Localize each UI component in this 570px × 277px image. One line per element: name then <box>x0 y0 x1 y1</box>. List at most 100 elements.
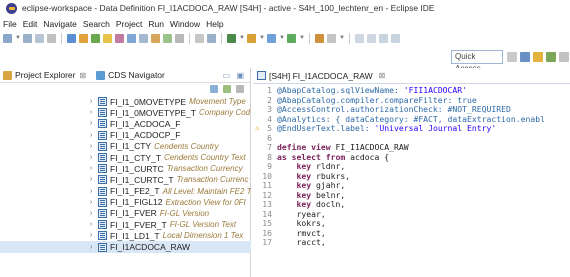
abap-icon[interactable] <box>67 33 76 43</box>
dropdown-arrow-icon[interactable]: ▼ <box>15 34 21 43</box>
quick-access-bar: Quick Access <box>0 48 570 73</box>
minimize-maximize-icon[interactable]: ▭ ▣ <box>223 71 246 80</box>
expand-arrow-icon[interactable]: › <box>90 176 98 183</box>
dropdown-arrow-icon[interactable]: ▼ <box>339 34 345 43</box>
run-icon[interactable] <box>127 33 136 43</box>
tree-item[interactable]: › FI_I1_LD1_T Local Dimension 1 Tex <box>0 230 251 241</box>
abap-perspective-icon[interactable] <box>520 52 530 62</box>
dropdown-arrow-icon[interactable]: ▼ <box>279 34 285 43</box>
view-menu-icon[interactable] <box>236 85 244 93</box>
data-definition-icon <box>257 71 266 80</box>
expand-arrow-icon[interactable]: › <box>90 98 98 105</box>
toggle-icon[interactable] <box>195 33 204 43</box>
new-icon[interactable] <box>3 33 12 43</box>
layout-icon[interactable] <box>207 33 216 43</box>
external-tools-icon[interactable] <box>247 33 256 43</box>
menu-run[interactable]: Run <box>148 19 164 29</box>
tab-project-explorer[interactable]: Project Explorer ⊠ <box>3 70 86 80</box>
debug-perspective-icon[interactable] <box>533 52 543 62</box>
tree-item[interactable]: › FI_I1_FE2_T All Level: Maintain FE2 T <box>0 186 251 197</box>
tree-item[interactable]: › FI_I1_ACDOCA_F <box>0 118 251 129</box>
expand-arrow-icon[interactable]: › <box>90 221 98 228</box>
coverage-icon[interactable] <box>139 33 148 43</box>
expand-arrow-icon[interactable]: › <box>90 199 98 206</box>
dropdown-arrow-icon[interactable]: ▼ <box>259 34 265 43</box>
menu-project[interactable]: Project <box>116 19 142 29</box>
run-menu-icon[interactable] <box>227 33 236 43</box>
back-icon[interactable] <box>379 33 388 43</box>
expand-arrow-icon[interactable]: › <box>90 154 98 161</box>
new-wizard-icon[interactable] <box>267 33 276 43</box>
expand-arrow-icon[interactable]: › <box>90 188 98 195</box>
print-icon[interactable] <box>47 33 56 43</box>
open-perspective-icon[interactable] <box>507 52 517 62</box>
tree-item[interactable]: › FI_I1_0MOVETYPE_T Company Cod <box>0 107 251 118</box>
tree-item-name: FI_I1_0MOVETYPE <box>110 96 187 107</box>
forward-icon[interactable] <box>391 33 400 43</box>
tree-item[interactable]: › FI_I1_FVER_T FI-GL Version Text <box>0 219 251 230</box>
expand-arrow-icon[interactable]: › <box>90 210 98 217</box>
check-icon[interactable] <box>91 33 100 43</box>
expand-arrow-icon[interactable]: › <box>90 143 98 150</box>
line-number: 7 <box>267 142 272 152</box>
quick-access-input[interactable]: Quick Access <box>451 50 503 73</box>
tree-item[interactable]: › FI_I1_FIGL12 Extraction View for 0FI <box>0 197 251 208</box>
tree-item-name: FI_I1_CTY_T <box>110 152 162 163</box>
data-definition-icon <box>98 97 107 107</box>
close-icon[interactable]: ⊠ <box>79 71 86 80</box>
expand-arrow-icon[interactable]: › <box>90 232 98 239</box>
dropdown-arrow-icon[interactable]: ▼ <box>299 34 305 43</box>
dropdown-arrow-icon[interactable]: ▼ <box>239 34 245 43</box>
editor-tab[interactable]: [S4H] FI_I1ACDOCA_RAW ⊠ <box>253 68 570 84</box>
menu-edit[interactable]: Edit <box>23 19 38 29</box>
expand-arrow-icon[interactable]: › <box>90 132 98 139</box>
debug-icon[interactable] <box>115 33 124 43</box>
tree-item-name: FI_I1_FVER <box>110 208 157 219</box>
menu-help[interactable]: Help <box>206 19 223 29</box>
package-icon[interactable] <box>79 33 88 43</box>
java-perspective-icon[interactable] <box>546 52 556 62</box>
collapse-all-icon[interactable] <box>210 85 218 93</box>
menu-file[interactable]: File <box>3 19 17 29</box>
menu-window[interactable]: Window <box>170 19 200 29</box>
tree-item[interactable]: › FI_I1_CTY_T Cendents Country Text <box>0 152 251 163</box>
code-line[interactable]: 5 ⚠ @EndUserText.label: 'Universal Journal… <box>253 123 570 134</box>
warning-icon[interactable]: ⚠ <box>255 124 259 134</box>
tree-item[interactable]: › FI_I1_CTY Cendents Country <box>0 141 251 152</box>
close-icon[interactable]: ⊠ <box>379 71 386 80</box>
search-icon[interactable] <box>287 33 296 43</box>
transport-icon[interactable] <box>151 33 160 43</box>
test-icon[interactable] <box>163 33 172 43</box>
expand-arrow-icon[interactable]: › <box>90 109 98 116</box>
tree-item[interactable]: › FI_I1_FVER FI-GL Version <box>0 208 251 219</box>
code-line[interactable]: 17 racct, <box>253 237 570 248</box>
more-perspectives-icon[interactable] <box>559 52 569 62</box>
link-with-editor-icon[interactable] <box>223 85 231 93</box>
line-number: 4 <box>267 113 272 124</box>
expand-arrow-icon[interactable]: › <box>90 244 98 251</box>
tree-item[interactable]: › FI_I1_CURTC_T Transaction Currenc <box>0 174 251 185</box>
save-all-icon[interactable] <box>35 33 44 43</box>
toolbar-separator <box>61 32 62 44</box>
tree-item[interactable]: › FI_I1_CURTC Transaction Currency <box>0 163 251 174</box>
prev-annotation-icon[interactable] <box>367 33 376 43</box>
tree-item[interactable]: › FI_I1_ACDOCP_F <box>0 130 251 141</box>
annotation-icon[interactable] <box>327 33 336 43</box>
tree-item-selected[interactable]: › FI_I1ACDOCA_RAW <box>0 241 251 253</box>
tree-item[interactable]: › FI_I1_0MOVETYPE Movement Type <box>0 96 251 107</box>
menu-search[interactable]: Search <box>83 19 110 29</box>
activate-icon[interactable] <box>103 33 112 43</box>
menu-navigate[interactable]: Navigate <box>43 19 77 29</box>
expand-arrow-icon[interactable]: › <box>90 165 98 172</box>
tree-item-name: FI_I1_ACDOCA_F <box>110 118 181 129</box>
format-icon[interactable] <box>175 33 184 43</box>
expand-arrow-icon[interactable]: › <box>90 120 98 127</box>
open-type-icon[interactable] <box>315 33 324 43</box>
tree-item-name: FI_I1_FE2_T <box>110 186 160 197</box>
data-definition-icon <box>98 141 107 151</box>
next-annotation-icon[interactable] <box>355 33 364 43</box>
save-icon[interactable] <box>23 33 32 43</box>
tab-cds-navigator[interactable]: CDS Navigator <box>96 70 165 80</box>
tree-item-desc: Cendents Country <box>154 141 219 151</box>
code-editor[interactable]: 1 @AbapCatalog.sqlViewName: 'FII1ACDOCAR'… <box>253 85 570 248</box>
